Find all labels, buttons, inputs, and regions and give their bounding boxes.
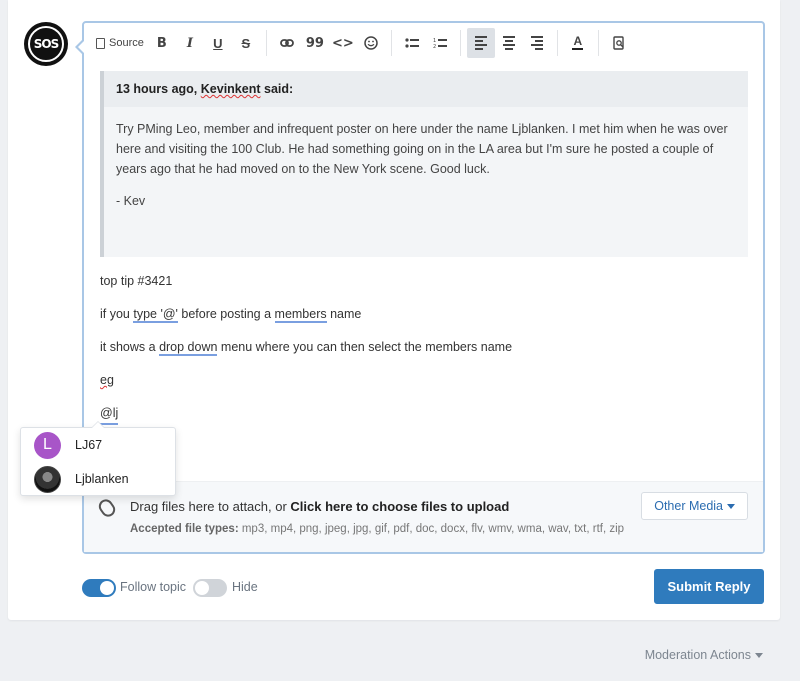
quote-paragraph: Try PMing Leo, member and infrequent pos… — [116, 122, 728, 176]
bulleted-list-icon[interactable] — [398, 28, 426, 58]
toolbar-divider — [390, 30, 392, 56]
accepted-file-types: Accepted file types: mp3, mp4, png, jpeg… — [130, 523, 625, 535]
follow-topic-toggle[interactable] — [82, 579, 116, 597]
moderation-actions-menu[interactable]: Moderation Actions — [645, 648, 763, 662]
quote-author[interactable]: Kevinkent — [201, 82, 261, 96]
quote-signature: - Kev — [116, 194, 146, 208]
mention-dropdown: L LJ67 Ljblanken — [20, 421, 176, 496]
content-line: top tip #3421 — [100, 274, 173, 288]
source-button[interactable]: Source — [92, 28, 148, 58]
quote-body: Try PMing Leo, member and infrequent pos… — [104, 107, 748, 223]
logo-text: SOS — [28, 26, 64, 62]
submit-reply-button[interactable]: Submit Reply — [654, 569, 764, 604]
hide-label: Hide — [232, 580, 258, 594]
mention-item-lj67[interactable]: L LJ67 — [21, 428, 175, 462]
quote-header: 13 hours ago, Kevinkent said: — [104, 71, 748, 107]
mention-username: Ljblanken — [75, 472, 129, 486]
content-line-mention: @lj — [100, 403, 740, 436]
content-line: if you type '@' before posting a members… — [100, 307, 362, 323]
bold-icon[interactable]: B — [148, 28, 176, 58]
content-line: it shows a drop down menu where you can … — [100, 340, 513, 356]
paperclip-icon — [96, 496, 118, 520]
align-right-icon[interactable] — [523, 28, 551, 58]
strikethrough-icon[interactable]: S — [232, 28, 260, 58]
mention-item-ljblanken[interactable]: Ljblanken — [21, 462, 175, 496]
choose-files-link[interactable]: Click here to choose files to upload — [290, 499, 509, 514]
svg-text:2: 2 — [433, 44, 436, 49]
quoted-post: 13 hours ago, Kevinkent said: Try PMing … — [100, 71, 748, 257]
source-icon — [96, 37, 105, 49]
other-media-button[interactable]: Other Media — [641, 492, 748, 520]
code-icon[interactable]: <> — [329, 28, 357, 58]
numbered-list-icon[interactable]: 12 — [426, 28, 454, 58]
chevron-down-icon — [755, 652, 763, 658]
italic-icon[interactable]: I — [176, 28, 204, 58]
rich-text-editor[interactable]: Source B I U S 99 <> 12 A 13 hours ago, … — [75, 21, 765, 554]
attachment-area[interactable]: Drag files here to attach, or Click here… — [84, 481, 763, 552]
link-icon[interactable] — [273, 28, 301, 58]
text-color-icon[interactable]: A — [564, 28, 592, 58]
avatar: L — [34, 431, 61, 459]
underline-icon[interactable]: U — [204, 28, 232, 58]
toolbar-divider — [265, 30, 267, 56]
avatar — [34, 465, 61, 493]
attach-instructions: Drag files here to attach, or Click here… — [130, 499, 510, 514]
content-line: eg — [100, 373, 114, 387]
chevron-down-icon — [727, 503, 735, 509]
align-left-icon[interactable] — [466, 28, 495, 58]
mention-username: LJ67 — [75, 438, 103, 452]
emoji-icon[interactable] — [357, 28, 385, 58]
follow-topic-label: Follow topic — [120, 580, 186, 594]
editor-toolbar: Source B I U S 99 <> 12 A — [84, 23, 763, 63]
quote-icon[interactable]: 99 — [301, 28, 329, 58]
preview-icon[interactable] — [605, 28, 633, 58]
message-body[interactable]: top tip #3421 if you type '@' before pos… — [100, 271, 740, 436]
toolbar-divider — [597, 30, 599, 56]
quote-said: said: — [264, 82, 294, 96]
source-label: Source — [109, 37, 144, 49]
toolbar-divider — [459, 30, 461, 56]
quote-time: 13 hours ago, — [116, 82, 198, 96]
hide-toggle[interactable] — [193, 579, 227, 597]
text-color-glyph: A — [573, 34, 583, 48]
toolbar-divider — [556, 30, 558, 56]
user-avatar[interactable]: SOS — [24, 22, 68, 66]
align-center-icon[interactable] — [495, 28, 523, 58]
